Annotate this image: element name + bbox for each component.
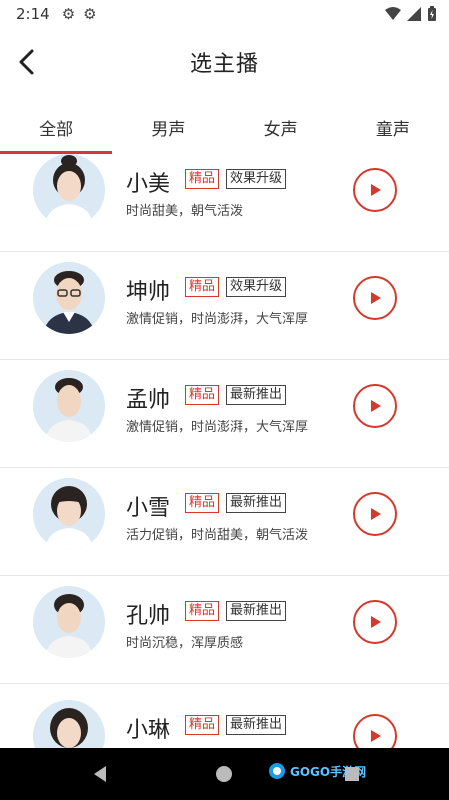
anchor-name: 小美 — [126, 172, 171, 197]
premium-badge: 精品 — [185, 715, 220, 735]
voice-category-tabs: 全部 男声 女声 童声 — [0, 100, 449, 154]
list-item[interactable]: 小琳 精品 最新推出 — [0, 684, 449, 748]
feature-badge: 最新推出 — [226, 715, 287, 735]
tab-label: 男声 — [151, 119, 186, 140]
play-icon — [371, 400, 381, 412]
play-button[interactable] — [353, 492, 397, 536]
anchor-description: 时尚沉稳，浑厚质感 — [126, 636, 244, 651]
play-button[interactable] — [353, 276, 397, 320]
list-item[interactable]: 小雪 精品 最新推出 活力促销，时尚甜美，朝气活泼 — [0, 468, 449, 576]
avatar — [33, 370, 105, 442]
anchor-list[interactable]: 小美 精品 效果升级 时尚甜美，朝气活泼 坤帅 精品 效果升级 激情促销，时尚澎… — [0, 154, 449, 748]
play-icon — [371, 184, 381, 196]
anchor-description: 激情促销，时尚澎湃，大气浑厚 — [126, 312, 309, 327]
premium-badge: 精品 — [185, 385, 220, 405]
list-item[interactable]: 小美 精品 效果升级 时尚甜美，朝气活泼 — [0, 154, 449, 252]
play-icon — [371, 292, 381, 304]
anchor-name: 孟帅 — [126, 388, 171, 413]
nav-back-button[interactable] — [88, 762, 112, 786]
nav-home-icon — [216, 766, 232, 782]
premium-badge: 精品 — [185, 277, 220, 297]
battery-icon — [428, 6, 436, 21]
list-item[interactable]: 孔帅 精品 最新推出 时尚沉稳，浑厚质感 — [0, 576, 449, 684]
gogo-logo-icon — [269, 763, 285, 779]
play-button[interactable] — [353, 168, 397, 212]
tab-male[interactable]: 男声 — [112, 100, 224, 154]
nav-back-icon — [94, 766, 106, 782]
play-icon — [371, 508, 381, 520]
anchor-name: 孔帅 — [126, 604, 171, 629]
tab-label: 女声 — [263, 119, 298, 140]
status-time: 2:14 — [16, 5, 50, 23]
premium-badge: 精品 — [185, 601, 220, 621]
back-arrow-icon — [19, 49, 34, 75]
page-title: 选主播 — [189, 52, 259, 77]
nav-recents-icon — [345, 767, 359, 781]
play-button[interactable] — [353, 384, 397, 428]
anchor-description: 活力促销，时尚甜美，朝气活泼 — [126, 528, 309, 543]
tab-female[interactable]: 女声 — [225, 100, 337, 154]
header: 选主播 — [0, 28, 449, 96]
play-button[interactable] — [353, 600, 397, 644]
premium-badge: 精品 — [185, 493, 220, 513]
play-button[interactable] — [353, 714, 397, 748]
system-navigation-bar: GOGO手游网 — [0, 748, 449, 800]
premium-badge: 精品 — [185, 169, 220, 189]
tab-all[interactable]: 全部 — [0, 100, 113, 154]
tab-label: 全部 — [39, 119, 74, 140]
tab-label: 童声 — [375, 119, 410, 140]
avatar — [33, 700, 105, 748]
play-icon — [371, 616, 381, 628]
signal-icon — [407, 7, 421, 21]
anchor-description: 激情促销，时尚澎湃，大气浑厚 — [126, 420, 309, 435]
nav-home-button[interactable] — [212, 762, 236, 786]
wifi-icon — [385, 7, 401, 20]
back-button[interactable] — [10, 46, 42, 78]
feature-badge: 最新推出 — [226, 385, 287, 405]
feature-badge: 效果升级 — [226, 277, 287, 297]
anchor-description: 时尚甜美，朝气活泼 — [126, 204, 244, 219]
feature-badge: 最新推出 — [226, 493, 287, 513]
nav-recents-button[interactable] — [340, 762, 364, 786]
avatar — [33, 586, 105, 658]
anchor-name: 小琳 — [126, 718, 171, 743]
feature-badge: 效果升级 — [226, 169, 287, 189]
settings-notification-icon-2: ⚙ — [83, 5, 97, 23]
status-bar: 2:14 ⚙ ⚙ — [0, 0, 449, 28]
anchor-name: 坤帅 — [126, 280, 171, 305]
status-icons — [385, 6, 437, 22]
settings-notification-icon: ⚙ — [61, 5, 76, 23]
avatar — [33, 262, 105, 334]
list-item[interactable]: 孟帅 精品 最新推出 激情促销，时尚澎湃，大气浑厚 — [0, 360, 449, 468]
play-icon — [371, 730, 381, 742]
anchor-name: 小雪 — [126, 496, 171, 521]
avatar — [33, 154, 105, 226]
feature-badge: 最新推出 — [226, 601, 287, 621]
tab-child[interactable]: 童声 — [337, 100, 449, 154]
list-item[interactable]: 坤帅 精品 效果升级 激情促销，时尚澎湃，大气浑厚 — [0, 252, 449, 360]
avatar — [33, 478, 105, 550]
